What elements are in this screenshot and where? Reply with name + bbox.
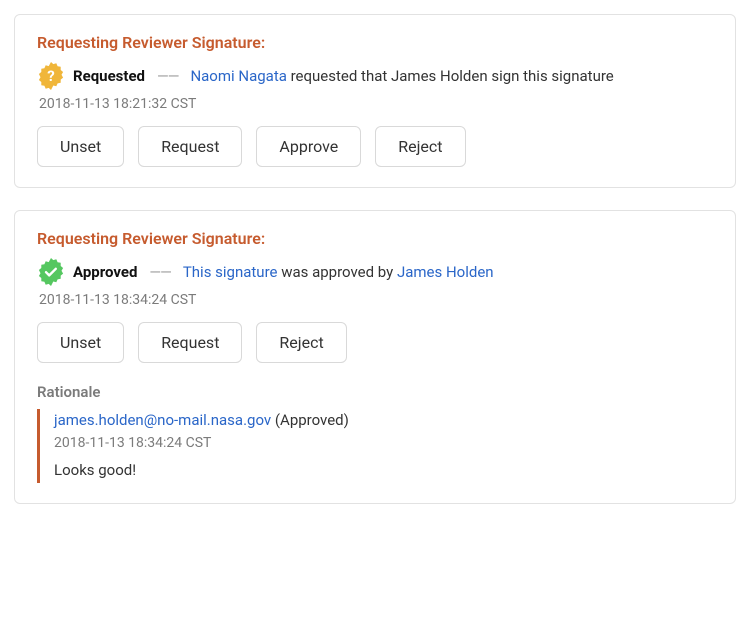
signature-link[interactable]: This signature: [183, 263, 278, 281]
button-row: Unset Request Reject: [37, 322, 713, 363]
user-link[interactable]: James Holden: [397, 263, 494, 281]
status-text: This signature was approved by James Hol…: [183, 263, 494, 281]
unset-button[interactable]: Unset: [37, 126, 124, 167]
rationale-author-line: james.holden@no-mail.nasa.gov (Approved): [54, 411, 713, 429]
rationale-timestamp: 2018-11-13 18:34:24 CST: [54, 435, 713, 451]
timestamp: 2018-11-13 18:21:32 CST: [39, 96, 713, 112]
button-row: Unset Request Approve Reject: [37, 126, 713, 167]
approve-button[interactable]: Approve: [256, 126, 361, 167]
email-link[interactable]: james.holden@no-mail.nasa.gov: [54, 411, 271, 429]
reject-button[interactable]: Reject: [256, 322, 346, 363]
user-link[interactable]: Naomi Nagata: [190, 67, 286, 85]
status-text-segment: was approved by: [277, 263, 396, 281]
question-icon: ?: [37, 62, 65, 90]
reject-button[interactable]: Reject: [375, 126, 465, 167]
rationale-comment: Looks good!: [54, 461, 713, 479]
status-text-segment: requested that James Holden sign this si…: [287, 67, 614, 85]
rationale-status-suffix: (Approved): [275, 411, 349, 429]
separator: ——: [157, 67, 178, 85]
unset-button[interactable]: Unset: [37, 322, 124, 363]
rationale-block: james.holden@no-mail.nasa.gov (Approved)…: [37, 409, 713, 483]
svg-text:?: ?: [47, 67, 54, 85]
request-button[interactable]: Request: [138, 322, 242, 363]
status-row: ? Requested —— Naomi Nagata requested th…: [37, 62, 713, 90]
status-label: Approved: [73, 263, 137, 281]
check-icon: [37, 258, 65, 286]
rationale-heading: Rationale: [37, 383, 713, 401]
timestamp: 2018-11-13 18:34:24 CST: [39, 292, 713, 308]
status-row: Approved —— This signature was approved …: [37, 258, 713, 286]
signature-card: Requesting Reviewer Signature: ? Request…: [14, 14, 736, 188]
separator: ——: [149, 263, 170, 281]
status-label: Requested: [73, 67, 145, 85]
card-title: Requesting Reviewer Signature:: [37, 229, 713, 248]
status-text: Naomi Nagata requested that James Holden…: [190, 67, 613, 85]
signature-card: Requesting Reviewer Signature: Approved …: [14, 210, 736, 504]
request-button[interactable]: Request: [138, 126, 242, 167]
card-title: Requesting Reviewer Signature:: [37, 33, 713, 52]
